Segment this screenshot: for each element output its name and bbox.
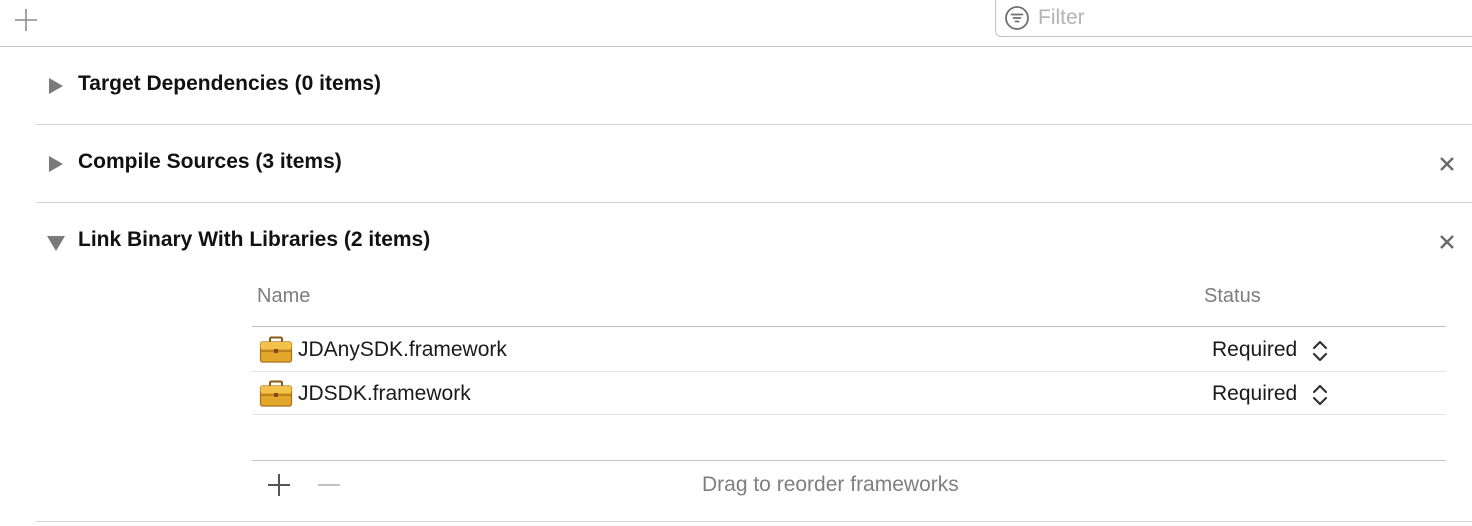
filter-field[interactable]: [995, 0, 1472, 37]
disclosure-triangle-collapsed-icon[interactable]: [46, 154, 66, 174]
minus-icon: [318, 484, 340, 486]
status-value: Required: [1212, 382, 1298, 405]
drag-reorder-hint: Drag to reorder frameworks: [702, 473, 959, 496]
table-footer-divider: [252, 460, 1446, 461]
plus-icon: [15, 9, 37, 31]
toolbar-divider: [0, 46, 1472, 47]
close-icon[interactable]: [1438, 155, 1456, 173]
toolbar: [0, 0, 1472, 46]
table-row[interactable]: JDAnySDK.framework Required: [252, 328, 1446, 371]
disclosure-triangle-collapsed-icon[interactable]: [46, 76, 66, 96]
filter-icon[interactable]: [1004, 5, 1030, 31]
framework-name: JDSDK.framework: [298, 382, 471, 405]
table-row[interactable]: JDSDK.framework Required: [252, 372, 1446, 415]
chevron-up-down-icon: [1312, 340, 1328, 362]
phase-link-binary-with-libraries[interactable]: Link Binary With Libraries (2 items): [36, 217, 1472, 267]
add-build-phase-button[interactable]: [12, 6, 40, 34]
phase-title: Compile Sources (3 items): [78, 150, 342, 173]
phase-title: Link Binary With Libraries (2 items): [78, 228, 431, 251]
chevron-up-down-icon: [1312, 384, 1328, 406]
phase-divider: [36, 202, 1472, 203]
add-framework-button[interactable]: [264, 470, 294, 500]
row-divider: [252, 414, 1446, 415]
phase-divider: [36, 521, 1472, 522]
plus-icon: [268, 474, 290, 496]
column-header-name[interactable]: Name: [257, 285, 310, 308]
framework-name: JDAnySDK.framework: [298, 338, 507, 361]
phase-compile-sources[interactable]: Compile Sources (3 items): [36, 139, 1472, 189]
phase-divider: [36, 124, 1472, 125]
phase-title: Target Dependencies (0 items): [78, 72, 382, 95]
toolbox-icon: [259, 336, 293, 363]
toolbox-icon: [259, 380, 293, 407]
phase-target-dependencies[interactable]: Target Dependencies (0 items): [36, 61, 1472, 111]
close-icon[interactable]: [1438, 233, 1456, 251]
remove-framework-button[interactable]: [314, 470, 344, 500]
column-header-status[interactable]: Status: [1204, 285, 1261, 308]
table-header-divider: [252, 326, 1446, 327]
status-value: Required: [1212, 338, 1298, 361]
filter-input[interactable]: [1038, 4, 1438, 32]
disclosure-triangle-expanded-icon[interactable]: [46, 232, 66, 252]
